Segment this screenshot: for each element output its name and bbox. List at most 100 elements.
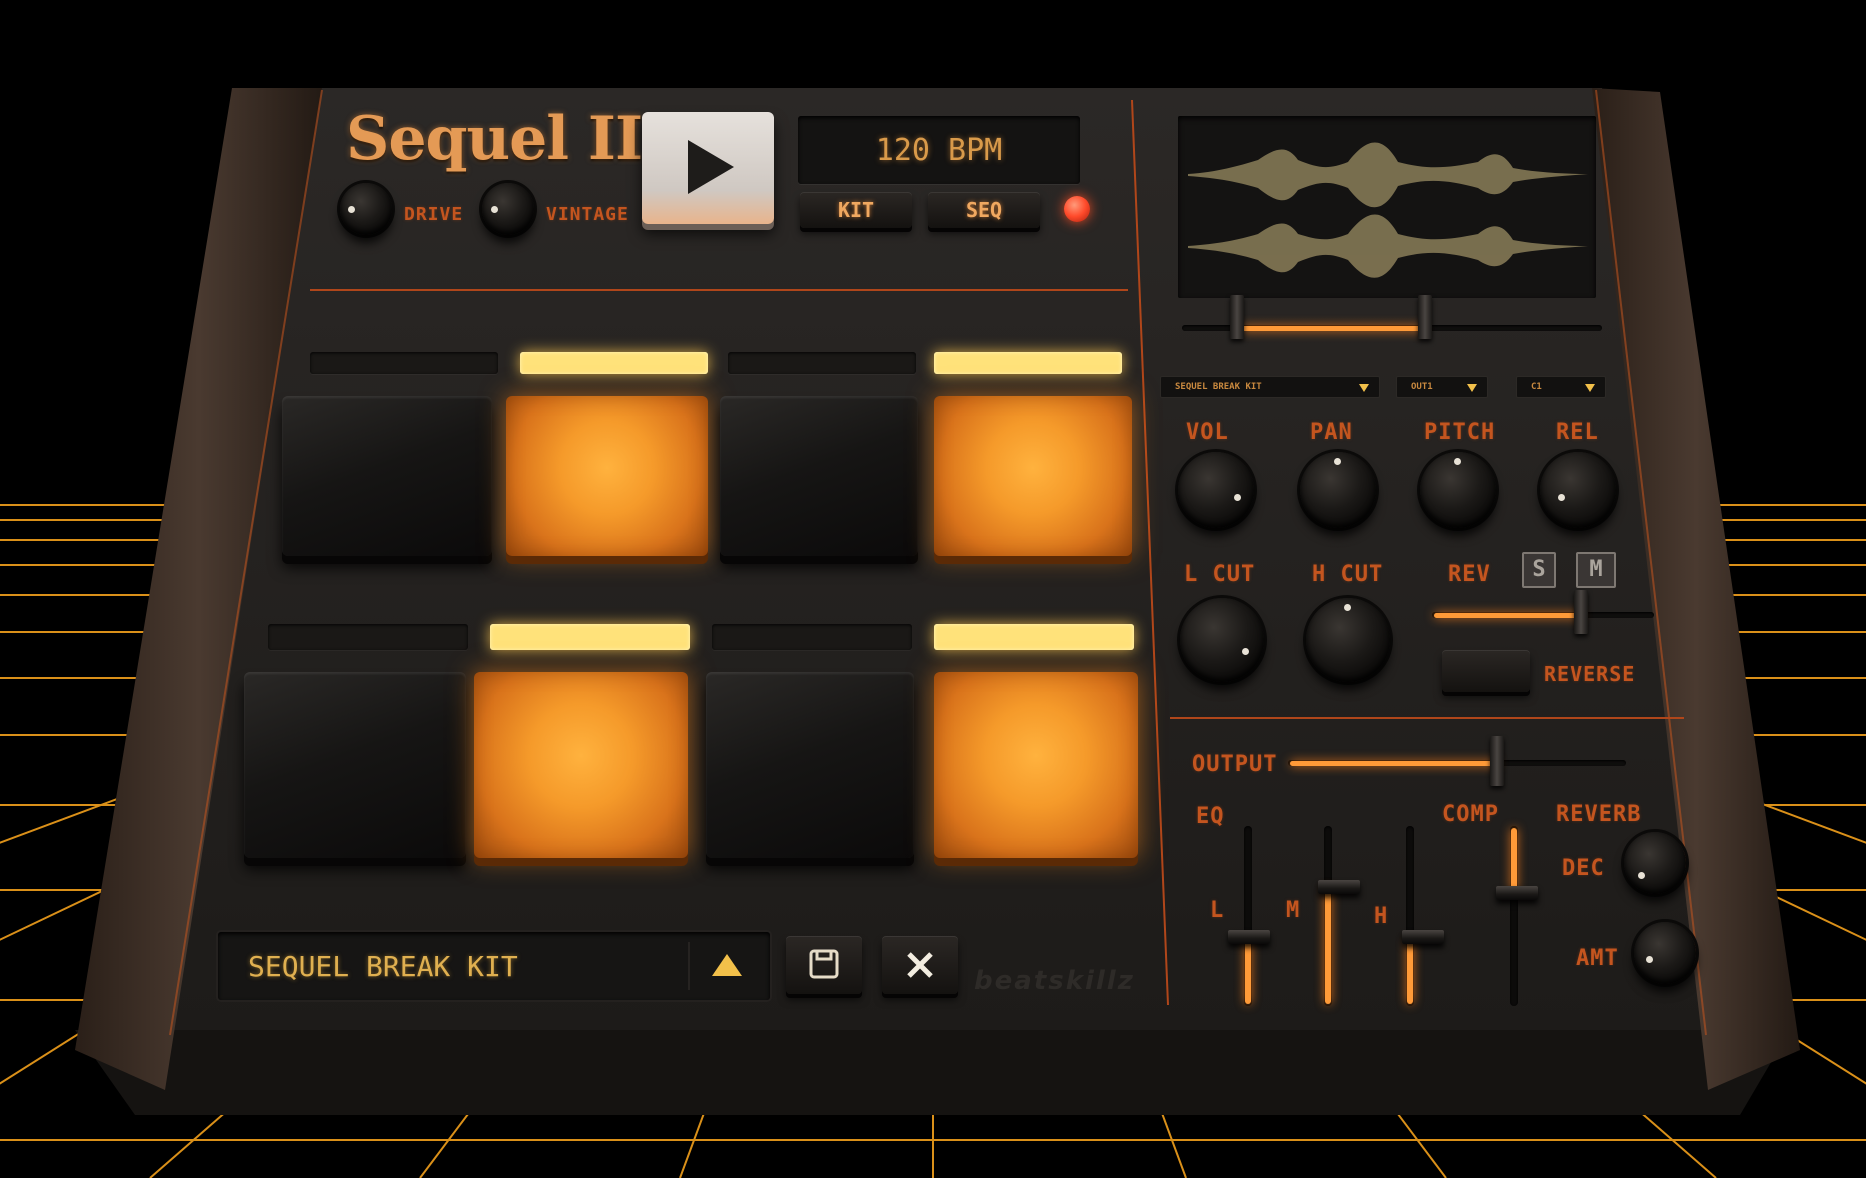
pan-knob[interactable] (1300, 452, 1376, 528)
hcut-knob[interactable] (1306, 598, 1390, 682)
knob-indicator (1454, 458, 1461, 465)
sample-range-fill (1242, 326, 1424, 331)
knob-indicator (491, 206, 498, 213)
note-dropdown[interactable]: C1 (1516, 376, 1606, 398)
vintage-label: VINTAGE (546, 204, 629, 225)
vintage-knob[interactable] (482, 183, 534, 235)
kit-divider (688, 942, 690, 990)
triangle-up-icon[interactable] (710, 952, 744, 978)
play-icon (688, 140, 734, 194)
reverb-decay-knob[interactable] (1624, 832, 1686, 894)
logo: Sequel II (346, 104, 643, 174)
rel-knob[interactable] (1540, 452, 1616, 528)
chevron-down-icon (1467, 384, 1477, 392)
comp-label: COMP (1442, 802, 1499, 827)
eq-low-fader-fill (1245, 940, 1251, 1004)
rev-slider-handle[interactable] (1574, 590, 1588, 634)
seq-button-label: SEQ (965, 198, 1003, 222)
eq-high-fader-handle[interactable] (1402, 930, 1444, 944)
knob-indicator (1334, 458, 1341, 465)
chevron-down-icon (1359, 384, 1369, 392)
knob-indicator (1558, 494, 1565, 501)
comp-fader-fill (1511, 828, 1517, 890)
hcut-label: H CUT (1312, 562, 1384, 587)
kit-dropdown[interactable]: SEQUEL BREAK KIT (1160, 376, 1380, 398)
close-icon (907, 952, 933, 978)
pad-indicator-5 (268, 624, 468, 650)
rel-label: REL (1556, 420, 1599, 445)
solo-label: S (1532, 557, 1546, 582)
mute-button[interactable]: M (1576, 552, 1616, 588)
eq-m-label: M (1286, 898, 1301, 923)
pitch-label: PITCH (1424, 420, 1496, 445)
kit-dropdown-value: SEQUEL BREAK KIT (1175, 382, 1262, 392)
sample-end-handle[interactable] (1418, 295, 1432, 339)
eq-mid-fader-handle[interactable] (1318, 880, 1360, 894)
output-dropdown-value: OUT1 (1411, 382, 1433, 392)
bpm-value: 120 BPM (875, 133, 1003, 168)
kit-button[interactable]: KIT (800, 192, 912, 228)
pad-indicator-7 (712, 624, 912, 650)
kit-button-label: KIT (837, 198, 875, 222)
amt-label: AMT (1576, 946, 1619, 971)
pad-indicator-4 (934, 352, 1122, 374)
sample-start-handle[interactable] (1230, 295, 1244, 339)
pad-2[interactable] (506, 396, 708, 556)
waveform-icon (1188, 142, 1588, 278)
pad-8[interactable] (934, 672, 1138, 858)
pad-indicator-1 (310, 352, 498, 374)
eq-mid-fader-fill (1325, 888, 1331, 1004)
floppy-disk-icon (809, 949, 839, 979)
close-button[interactable] (882, 936, 958, 994)
output-slider-fill (1290, 761, 1498, 766)
rev-label: REV (1448, 562, 1491, 587)
vol-knob[interactable] (1178, 452, 1254, 528)
comp-fader-handle[interactable] (1496, 886, 1538, 900)
seq-button[interactable]: SEQ (928, 192, 1040, 228)
reverb-amount-knob[interactable] (1634, 922, 1696, 984)
reverse-toggle[interactable] (1442, 650, 1530, 692)
lcut-knob[interactable] (1180, 598, 1264, 682)
lcut-label: L CUT (1184, 562, 1256, 587)
knob-indicator (1242, 648, 1249, 655)
dec-label: DEC (1562, 856, 1605, 881)
eq-label: EQ (1196, 804, 1225, 829)
output-dropdown[interactable]: OUT1 (1396, 376, 1488, 398)
kit-selector[interactable]: SEQUEL BREAK KIT (218, 932, 770, 1000)
pitch-knob[interactable] (1420, 452, 1496, 528)
knob-indicator (348, 206, 355, 213)
solo-button[interactable]: S (1522, 552, 1556, 588)
pad-indicator-2 (520, 352, 708, 374)
output-slider-handle[interactable] (1490, 736, 1504, 786)
pad-7[interactable] (706, 672, 914, 858)
eq-low-fader-handle[interactable] (1228, 930, 1270, 944)
vol-label: VOL (1186, 420, 1229, 445)
pad-5[interactable] (244, 672, 466, 858)
pan-label: PAN (1310, 420, 1353, 445)
eq-l-label: L (1210, 898, 1225, 923)
waveform-display[interactable] (1178, 116, 1596, 298)
save-button[interactable] (786, 936, 862, 994)
drive-knob[interactable] (340, 183, 392, 235)
output-label: OUTPUT (1192, 752, 1278, 777)
knob-indicator (1646, 956, 1653, 963)
eq-h-label: H (1374, 904, 1389, 929)
pad-3[interactable] (720, 396, 918, 556)
bpm-display[interactable]: 120 BPM (798, 116, 1080, 184)
pad-4[interactable] (934, 396, 1132, 556)
pad-indicator-6 (490, 624, 690, 650)
knob-indicator (1344, 604, 1351, 611)
note-dropdown-value: C1 (1531, 382, 1542, 392)
pad-6[interactable] (474, 672, 688, 858)
drive-label: DRIVE (404, 204, 464, 225)
chevron-down-icon (1585, 384, 1595, 392)
brand-logo: beatskillz (974, 966, 1135, 996)
knob-indicator (1638, 872, 1645, 879)
play-button[interactable] (642, 112, 774, 224)
pad-1[interactable] (282, 396, 492, 556)
knob-indicator (1234, 494, 1241, 501)
rev-slider-fill (1434, 613, 1582, 618)
kit-name: SEQUEL BREAK KIT (248, 950, 518, 983)
mute-label: M (1589, 557, 1603, 582)
sequel-ii-instrument: Sequel II DRIVE VINTAGE 120 BPM KIT SEQ (0, 0, 1866, 1178)
